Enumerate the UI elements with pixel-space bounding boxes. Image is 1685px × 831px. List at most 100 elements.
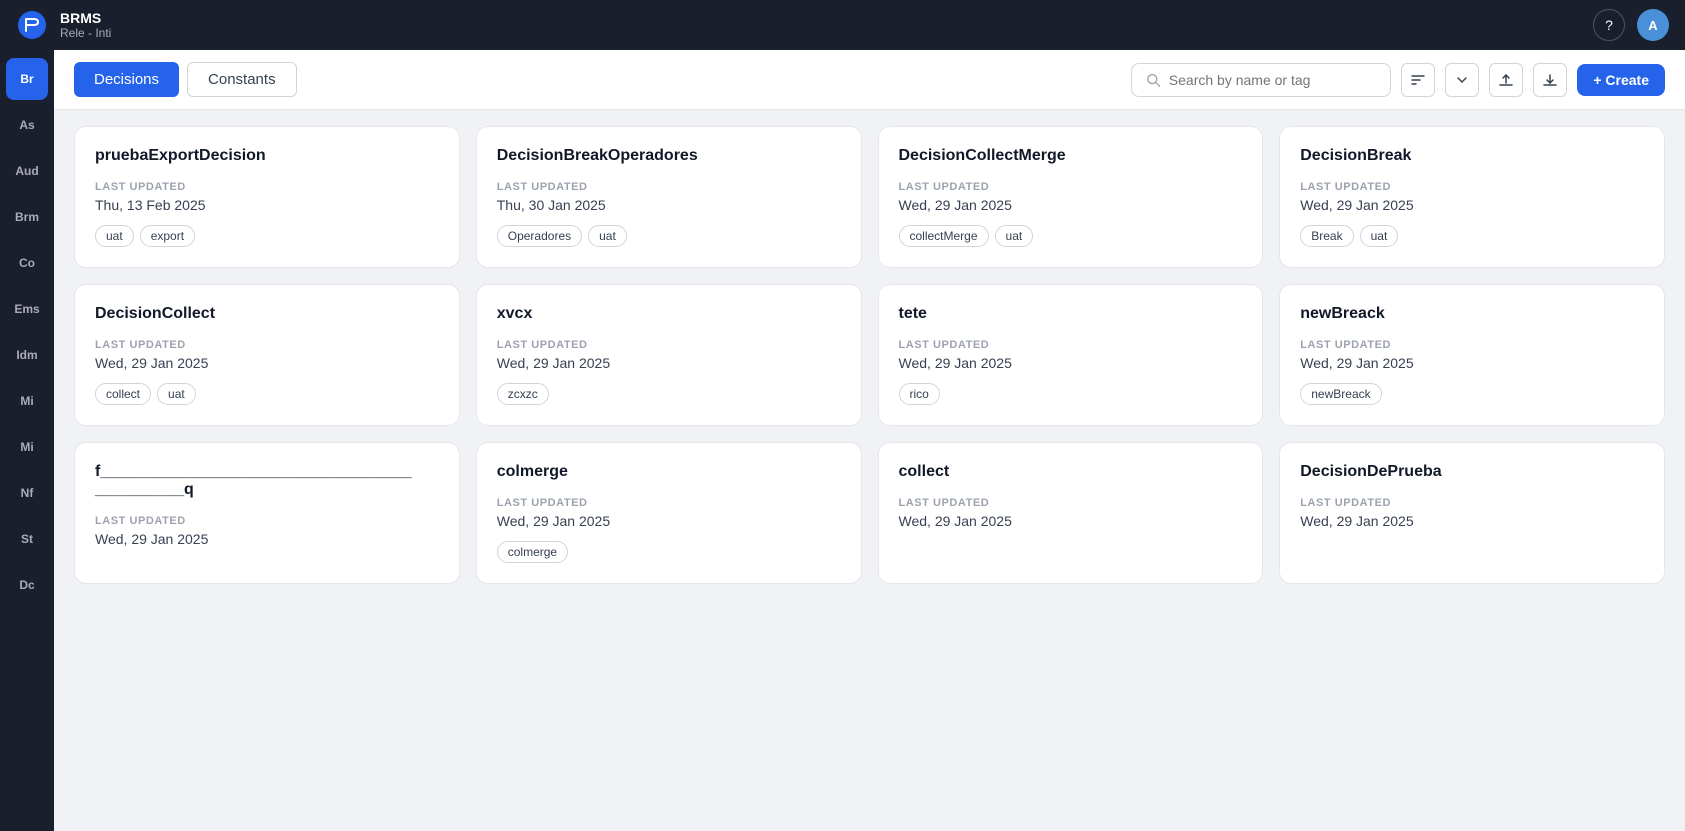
card-title: newBreack — [1300, 305, 1644, 323]
card-tag[interactable]: zcxzc — [497, 383, 549, 405]
decision-card[interactable]: collectLAST UPDATEDWed, 29 Jan 2025 — [878, 442, 1264, 584]
decision-card[interactable]: newBreack LAST UPDATED Wed, 29 Jan 2025 new… — [1279, 284, 1665, 426]
card-date: Thu, 13 Feb 2025 — [95, 197, 439, 213]
sidebar: BrAsAudBrmCoEmsIdmMiMiNfStDc — [0, 50, 54, 831]
card-tag[interactable]: uat — [95, 225, 134, 247]
card-tag[interactable]: uat — [588, 225, 627, 247]
card-last-updated-label: LAST UPDATED — [95, 339, 439, 351]
sidebar-item-brm[interactable]: Brm — [6, 196, 48, 238]
card-tag[interactable]: colmerge — [497, 541, 568, 563]
tab-group: DecisionsConstants — [74, 62, 297, 97]
decision-card[interactable]: DecisionCollect LAST UPDATED Wed, 29 Jan 2… — [74, 284, 460, 426]
main-layout: BrAsAudBrmCoEmsIdmMiMiNfStDc DecisionsCo… — [0, 50, 1685, 831]
card-tag[interactable]: collect — [95, 383, 151, 405]
sidebar-item-mi1[interactable]: Mi — [6, 380, 48, 422]
card-date: Wed, 29 Jan 2025 — [1300, 197, 1644, 213]
app-name: BRMS — [60, 10, 111, 26]
sidebar-item-br[interactable]: Br — [6, 58, 48, 100]
card-title: xvcx — [497, 305, 841, 323]
cards-container: pruebaExportDecision LAST UPDATED Thu, 13 … — [54, 110, 1685, 831]
sidebar-item-mi2[interactable]: Mi — [6, 426, 48, 468]
sidebar-item-st[interactable]: St — [6, 518, 48, 560]
card-tag[interactable]: Break — [1300, 225, 1353, 247]
card-last-updated-label: LAST UPDATED — [1300, 181, 1644, 193]
card-last-updated-label: LAST UPDATED — [1300, 339, 1644, 351]
card-title: pruebaExportDecision — [95, 147, 439, 165]
sidebar-item-dc[interactable]: Dc — [6, 564, 48, 606]
card-tag[interactable]: export — [140, 225, 195, 247]
card-date: Wed, 29 Jan 2025 — [899, 197, 1243, 213]
card-last-updated-label: LAST UPDATED — [497, 339, 841, 351]
navbar-left: BRMS Rele - Inti — [16, 9, 111, 41]
card-title: tete — [899, 305, 1243, 323]
cards-grid: pruebaExportDecision LAST UPDATED Thu, 13 … — [74, 126, 1665, 584]
card-tag[interactable]: uat — [995, 225, 1034, 247]
help-icon: ? — [1605, 17, 1613, 33]
card-last-updated-label: LAST UPDATED — [95, 181, 439, 193]
card-last-updated-label: LAST UPDATED — [497, 497, 841, 509]
decision-card[interactable]: tete LAST UPDATED Wed, 29 Jan 2025 rico — [878, 284, 1264, 426]
decision-card[interactable]: DecisionBreakOperadores LAST UPDATED Thu, … — [476, 126, 862, 268]
card-date: Wed, 29 Jan 2025 — [1300, 355, 1644, 371]
create-button-label: + Create — [1593, 72, 1649, 88]
card-date: Wed, 29 Jan 2025 — [497, 513, 841, 529]
topbar-right: + Create — [1131, 63, 1665, 97]
card-title: DecisionCollectMerge — [899, 147, 1243, 165]
sort-icon — [1410, 72, 1426, 88]
navbar: BRMS Rele - Inti ? A — [0, 0, 1685, 50]
decision-card[interactable]: DecisionBreak LAST UPDATED Wed, 29 Jan 202… — [1279, 126, 1665, 268]
card-date: Wed, 29 Jan 2025 — [497, 355, 841, 371]
sidebar-item-as[interactable]: As — [6, 104, 48, 146]
card-date: Wed, 29 Jan 2025 — [95, 355, 439, 371]
card-title: DecisionCollect — [95, 305, 439, 323]
card-tags: zcxzc — [497, 383, 841, 405]
create-button[interactable]: + Create — [1577, 64, 1665, 96]
card-tag[interactable]: uat — [1360, 225, 1399, 247]
download-button[interactable] — [1533, 63, 1567, 97]
card-tag[interactable]: rico — [899, 383, 940, 405]
card-last-updated-label: LAST UPDATED — [497, 181, 841, 193]
decision-card[interactable]: f_______________________________________… — [74, 442, 460, 584]
upload-button[interactable] — [1489, 63, 1523, 97]
card-date: Wed, 29 Jan 2025 — [899, 355, 1243, 371]
card-last-updated-label: LAST UPDATED — [899, 181, 1243, 193]
card-tags: colmerge — [497, 541, 841, 563]
card-title: f_______________________________________… — [95, 463, 439, 499]
card-title: DecisionBreak — [1300, 147, 1644, 165]
sidebar-item-idm[interactable]: Idm — [6, 334, 48, 376]
card-last-updated-label: LAST UPDATED — [899, 339, 1243, 351]
sidebar-item-ems[interactable]: Ems — [6, 288, 48, 330]
filter-dropdown-button[interactable] — [1445, 63, 1479, 97]
card-date: Wed, 29 Jan 2025 — [1300, 513, 1644, 529]
card-tags: Operadores uat — [497, 225, 841, 247]
upload-icon — [1498, 72, 1514, 88]
decision-card[interactable]: pruebaExportDecision LAST UPDATED Thu, 13 … — [74, 126, 460, 268]
decision-card[interactable]: DecisionDePruebaLAST UPDATEDWed, 29 Jan … — [1279, 442, 1665, 584]
card-tag[interactable]: Operadores — [497, 225, 582, 247]
app-logo-icon — [16, 9, 48, 41]
sidebar-item-nf[interactable]: Nf — [6, 472, 48, 514]
card-last-updated-label: LAST UPDATED — [1300, 497, 1644, 509]
card-date: Thu, 30 Jan 2025 — [497, 197, 841, 213]
tab-constants[interactable]: Constants — [187, 62, 297, 97]
decision-card[interactable]: xvcx LAST UPDATED Wed, 29 Jan 2025 zcxzc — [476, 284, 862, 426]
sort-button[interactable] — [1401, 63, 1435, 97]
sidebar-item-aud[interactable]: Aud — [6, 150, 48, 192]
help-button[interactable]: ? — [1593, 9, 1625, 41]
card-tag[interactable]: newBreack — [1300, 383, 1381, 405]
card-tag[interactable]: uat — [157, 383, 196, 405]
app-title: BRMS Rele - Inti — [60, 10, 111, 40]
sidebar-item-co[interactable]: Co — [6, 242, 48, 284]
card-tag[interactable]: collectMerge — [899, 225, 989, 247]
card-title: DecisionBreakOperadores — [497, 147, 841, 165]
tab-decisions[interactable]: Decisions — [74, 62, 179, 97]
card-last-updated-label: LAST UPDATED — [95, 515, 439, 527]
app-subtitle: Rele - Inti — [60, 26, 111, 40]
card-tags: collect uat — [95, 383, 439, 405]
search-icon — [1146, 72, 1160, 88]
decision-card[interactable]: DecisionCollectMerge LAST UPDATED Wed, 29 … — [878, 126, 1264, 268]
user-avatar[interactable]: A — [1637, 9, 1669, 41]
decision-card[interactable]: colmergeLAST UPDATEDWed, 29 Jan 2025colm… — [476, 442, 862, 584]
card-date: Wed, 29 Jan 2025 — [95, 531, 439, 547]
search-input[interactable] — [1169, 72, 1377, 88]
